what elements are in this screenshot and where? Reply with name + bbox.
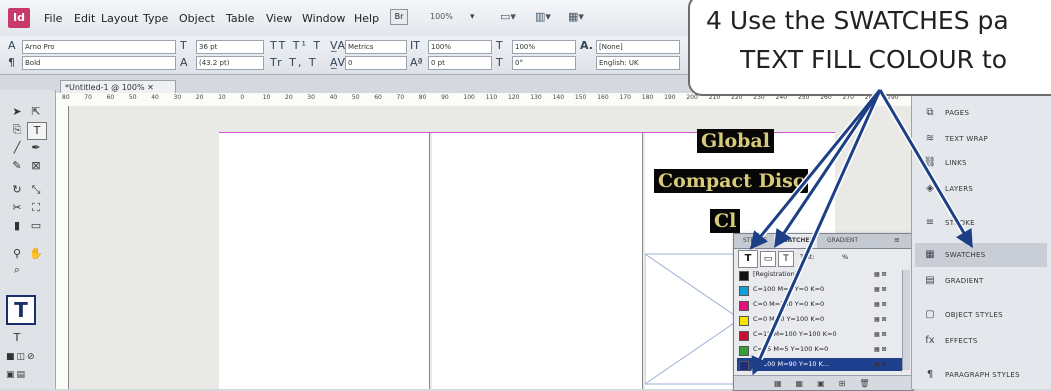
arrow-to-swatch-row xyxy=(751,89,882,376)
callout-arrows xyxy=(749,88,974,376)
arrow-to-fill-stroke xyxy=(749,89,882,250)
arrow-to-text-icon xyxy=(773,89,882,248)
arrow-to-dock-swatches xyxy=(878,89,973,249)
